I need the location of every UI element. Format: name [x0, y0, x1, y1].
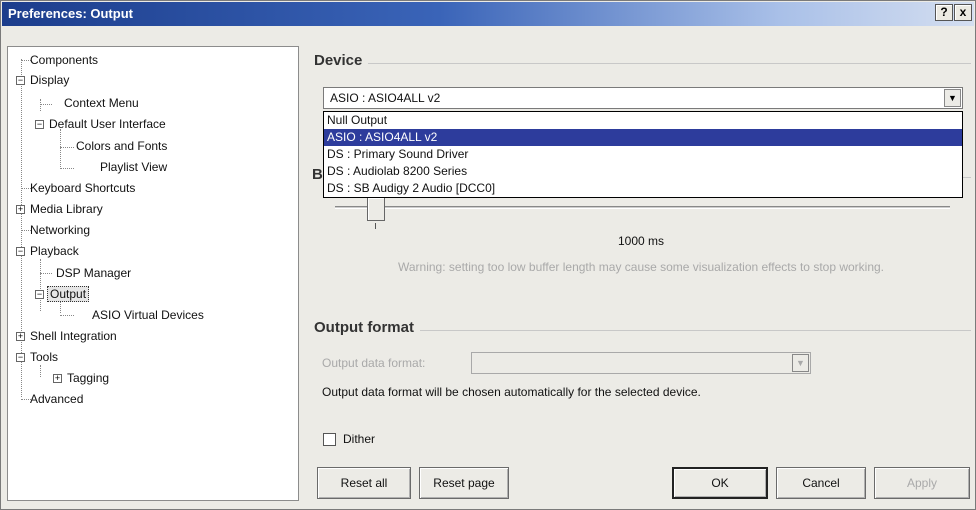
- tree-item-asio-virtual-devices[interactable]: ASIO Virtual Devices: [90, 306, 206, 324]
- device-option[interactable]: Null Output: [324, 112, 962, 129]
- collapse-icon[interactable]: −: [16, 353, 25, 363]
- device-select[interactable]: ASIO : ASIO4ALL v2 ▼: [323, 87, 963, 109]
- output-data-format-label: Output data format:: [322, 356, 426, 370]
- tree-item-default-user-interface[interactable]: − Default User Interface: [35, 115, 168, 133]
- buffer-slider-track[interactable]: [335, 206, 950, 209]
- collapse-icon[interactable]: −: [16, 76, 25, 86]
- output-format-info: Output data format will be chosen automa…: [322, 385, 701, 399]
- tree-item-label: DSP Manager: [56, 266, 132, 280]
- tree-item-keyboard-shortcuts[interactable]: Keyboard Shortcuts: [28, 179, 137, 197]
- ok-button[interactable]: OK: [672, 467, 768, 499]
- tree-item-dsp-manager[interactable]: DSP Manager: [54, 264, 133, 282]
- tree-item-shell-integration[interactable]: + Shell Integration: [16, 327, 119, 345]
- expand-icon[interactable]: +: [53, 374, 62, 384]
- tree-item-context-menu[interactable]: Context Menu: [62, 94, 141, 112]
- collapse-icon[interactable]: −: [35, 120, 44, 130]
- tree-connector: [40, 273, 52, 274]
- tree-item-label: Components: [30, 53, 99, 67]
- reset-page-button[interactable]: Reset page: [419, 467, 509, 499]
- tree-item-output[interactable]: − Output: [35, 285, 90, 303]
- output-format-section-title: Output format: [314, 319, 420, 336]
- collapse-icon[interactable]: −: [16, 247, 25, 257]
- expand-icon[interactable]: +: [16, 205, 25, 215]
- device-option-selected[interactable]: ASIO : ASIO4ALL v2: [324, 129, 962, 146]
- tree-connector: [40, 104, 52, 105]
- chevron-down-icon: ▼: [792, 354, 809, 372]
- buffer-slider-thumb[interactable]: [367, 197, 385, 221]
- device-option[interactable]: DS : SB Audigy 2 Audio [DCC0]: [324, 180, 962, 197]
- tree-connector: [60, 315, 74, 316]
- tree-item-label: Colors and Fonts: [76, 139, 168, 153]
- window-title: Preferences: Output: [8, 6, 133, 21]
- tree-item-display[interactable]: − Display: [16, 71, 71, 89]
- tree-item-label: Tagging: [67, 371, 110, 385]
- apply-button: Apply: [874, 467, 970, 499]
- device-option[interactable]: DS : Primary Sound Driver: [324, 146, 962, 163]
- tree-item-networking[interactable]: Networking: [28, 221, 92, 239]
- tree-item-components[interactable]: Components: [28, 51, 100, 69]
- tree-item-label: Context Menu: [64, 96, 139, 110]
- buffer-length-value: 1000 ms: [617, 234, 665, 248]
- preferences-dialog: Preferences: Output ? x Components − Disp…: [0, 0, 976, 510]
- buffer-warning: Warning: setting too low buffer length m…: [397, 260, 885, 274]
- title-bar[interactable]: Preferences: Output: [2, 2, 974, 26]
- device-section-title: Device: [314, 52, 369, 69]
- tree-item-colors-and-fonts[interactable]: Colors and Fonts: [74, 137, 169, 155]
- close-button[interactable]: x: [954, 4, 972, 21]
- device-section-rule: [321, 63, 971, 64]
- tree-item-label: Default User Interface: [49, 117, 166, 131]
- tree-item-playback[interactable]: − Playback: [16, 242, 81, 260]
- tree-connector: [60, 147, 74, 148]
- cancel-button[interactable]: Cancel: [776, 467, 866, 499]
- device-dropdown-list[interactable]: Null Output ASIO : ASIO4ALL v2 DS : Prim…: [323, 111, 963, 198]
- preferences-tree[interactable]: Components − Display Context Menu − Defaul…: [7, 46, 299, 501]
- tree-item-label: Playlist View: [100, 160, 168, 174]
- chevron-down-icon[interactable]: ▼: [944, 89, 961, 107]
- device-option[interactable]: DS : Audiolab 8200 Series: [324, 163, 962, 180]
- tree-item-tagging[interactable]: + Tagging: [53, 369, 111, 387]
- collapse-icon[interactable]: −: [35, 290, 44, 300]
- tree-connector: [60, 168, 74, 169]
- tree-item-label: ASIO Virtual Devices: [92, 308, 204, 322]
- tree-item-label: Media Library: [30, 202, 103, 216]
- tree-item-label: Networking: [30, 223, 91, 237]
- slider-tick: [375, 223, 376, 229]
- tree-item-tools[interactable]: − Tools: [16, 348, 60, 366]
- tree-item-label: Display: [30, 73, 70, 87]
- dither-label[interactable]: Dither: [343, 432, 375, 446]
- reset-all-button[interactable]: Reset all: [317, 467, 411, 499]
- tree-item-label: Shell Integration: [30, 329, 117, 343]
- help-button[interactable]: ?: [935, 4, 953, 21]
- tree-connector: [21, 59, 22, 397]
- tree-connector: [40, 99, 41, 111]
- device-select-value: ASIO : ASIO4ALL v2: [330, 91, 441, 105]
- tree-item-media-library[interactable]: + Media Library: [16, 200, 105, 218]
- dither-checkbox[interactable]: [323, 433, 336, 446]
- tree-item-advanced[interactable]: Advanced: [28, 390, 85, 408]
- tree-item-playlist-view[interactable]: Playlist View: [98, 158, 169, 176]
- buffer-section-title: B: [312, 166, 323, 183]
- tree-item-label: Tools: [30, 350, 59, 364]
- tree-item-label: Playback: [30, 244, 79, 258]
- expand-icon[interactable]: +: [16, 332, 25, 342]
- tree-item-label: Keyboard Shortcuts: [30, 181, 136, 195]
- tree-item-label: Advanced: [30, 392, 84, 406]
- tree-connector: [40, 365, 41, 377]
- tree-item-label: Output: [47, 286, 90, 302]
- tree-connector: [60, 129, 61, 169]
- output-data-format-select: ▼: [471, 352, 811, 374]
